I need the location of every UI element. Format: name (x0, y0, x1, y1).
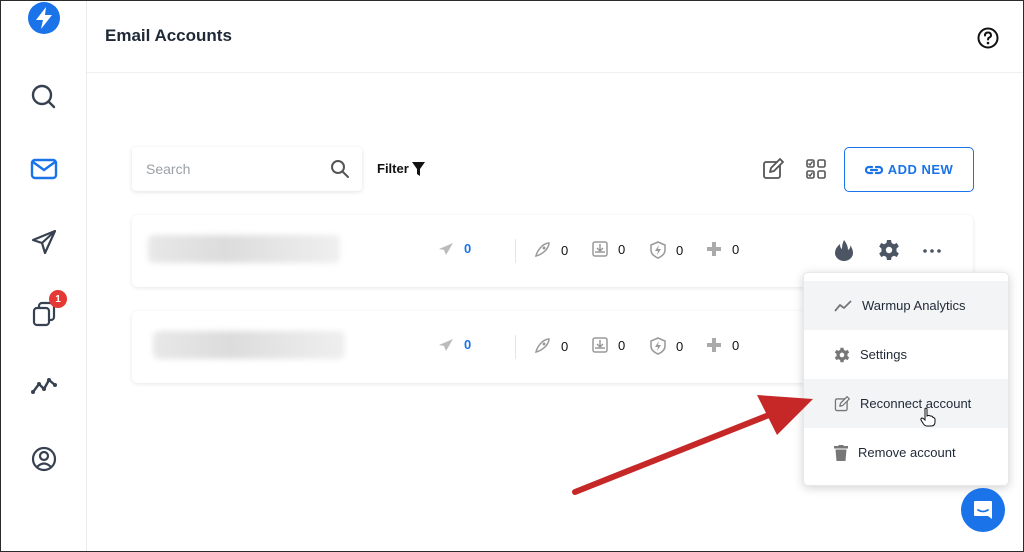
menu-item-remove-account[interactable]: Remove account (804, 428, 1008, 477)
link-icon (864, 165, 883, 174)
trend-line-icon (31, 378, 57, 394)
notification-badge: 1 (49, 290, 67, 308)
help-icon[interactable] (977, 27, 999, 49)
rocket-icon (535, 242, 550, 257)
edit-icon (834, 395, 850, 411)
checklist-grid-icon[interactable] (805, 158, 827, 180)
plus-icon (707, 242, 721, 256)
sidebar-item-email[interactable] (29, 154, 59, 184)
rocket-icon (535, 338, 550, 353)
add-new-label: ADD NEW (887, 162, 954, 177)
envelope-icon (30, 158, 58, 180)
menu-item-label: Remove account (858, 445, 956, 460)
search-box (132, 147, 362, 191)
shield-bolt-icon (650, 241, 666, 259)
health-count: 0 (676, 338, 684, 354)
replies-stat: 0 (533, 337, 568, 355)
red-arrow-annotation (572, 395, 813, 495)
sent-count: 0 (464, 241, 472, 256)
user-circle-icon (31, 446, 57, 472)
other-count: 0 (732, 241, 740, 257)
shield-bolt-icon (650, 337, 666, 355)
paper-plane-icon (31, 229, 57, 255)
health-stat: 0 (650, 241, 683, 259)
account-actions-menu: Warmup Analytics Settings Reconnect acco… (803, 272, 1009, 486)
more-horizontal-icon[interactable] (921, 239, 943, 261)
menu-item-settings[interactable]: Settings (804, 330, 1008, 379)
replies-count: 0 (561, 338, 569, 354)
search-icon[interactable] (330, 159, 350, 179)
inbox-count: 0 (618, 241, 626, 257)
sent-count: 0 (464, 337, 472, 352)
sidebar-item-analytics[interactable] (29, 371, 59, 401)
account-email-redacted (153, 331, 345, 359)
inbox-count: 0 (618, 337, 626, 353)
inbox-download-icon (592, 337, 608, 353)
logo[interactable] (28, 2, 60, 34)
sidebar: 1 (1, 1, 87, 551)
filter-label: Filter (377, 161, 409, 176)
menu-item-label: Settings (860, 347, 907, 362)
menu-item-label: Warmup Analytics (862, 298, 966, 313)
sent-stat: 0 (438, 241, 471, 256)
search-input[interactable] (146, 159, 316, 179)
chat-button[interactable] (961, 488, 1005, 532)
inbox-stat: 0 (592, 337, 625, 353)
header: Email Accounts (87, 1, 1023, 73)
menu-item-warmup-analytics[interactable]: Warmup Analytics (804, 281, 1008, 330)
trend-line-icon (834, 299, 852, 312)
filter-button[interactable]: Filter (377, 161, 425, 176)
sidebar-item-profile[interactable] (29, 444, 59, 474)
inbox-download-icon (592, 241, 608, 257)
divider (515, 239, 516, 263)
menu-item-reconnect-account[interactable]: Reconnect account (804, 379, 1008, 428)
gear-icon[interactable] (878, 239, 900, 261)
chat-icon (974, 501, 992, 519)
edit-icon[interactable] (762, 158, 784, 180)
flame-icon[interactable] (833, 239, 855, 261)
lightning-icon (36, 7, 52, 29)
menu-item-label: Reconnect account (860, 396, 972, 411)
trash-icon (834, 444, 848, 461)
account-email-redacted (148, 235, 340, 263)
paper-plane-icon (439, 242, 453, 255)
page-title: Email Accounts (105, 26, 232, 45)
inbox-stat: 0 (592, 241, 625, 257)
app-window: 1 Email Accounts Search Filter ADD NEW 0… (0, 0, 1024, 552)
funnel-icon (411, 161, 425, 176)
health-stat: 0 (650, 337, 683, 355)
divider (515, 335, 516, 359)
sidebar-item-search[interactable] (29, 82, 59, 112)
other-stat: 0 (706, 337, 739, 353)
replies-count: 0 (561, 242, 569, 258)
health-count: 0 (676, 242, 684, 258)
other-count: 0 (732, 337, 740, 353)
hand-cursor-icon (920, 407, 936, 427)
replies-stat: 0 (533, 241, 568, 259)
search-icon (31, 84, 56, 109)
gear-icon (834, 347, 850, 362)
sidebar-item-campaigns[interactable] (29, 227, 59, 257)
other-stat: 0 (706, 241, 739, 257)
sent-stat: 0 (438, 337, 471, 352)
plus-icon (707, 338, 721, 352)
paper-plane-icon (439, 338, 453, 351)
add-new-button[interactable]: ADD NEW (844, 147, 974, 192)
